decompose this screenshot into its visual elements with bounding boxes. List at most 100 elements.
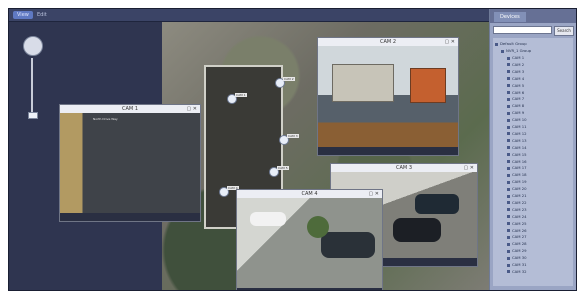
tree-item-camera[interactable]: CAM 5	[507, 83, 524, 88]
map-marker-label: CAM 5	[277, 166, 289, 170]
camera-icon	[507, 166, 510, 170]
camera-icon	[507, 194, 510, 198]
tree-item-camera[interactable]: CAM 20	[507, 186, 527, 191]
tab-devices[interactable]: Devices	[494, 12, 526, 22]
camera-icon	[507, 249, 510, 253]
tree-item-camera[interactable]: CAM 31	[507, 262, 527, 267]
camera-icon	[507, 84, 510, 88]
camera-window-1[interactable]: CAM 1 ▢ ✕ North Drive Way	[59, 104, 201, 222]
tree-item-label: CAM 11	[512, 124, 527, 129]
tree-item-camera[interactable]: CAM 8	[507, 103, 524, 108]
window-buttons[interactable]: ▢ ✕	[186, 105, 197, 113]
camera-window-2[interactable]: CAM 2 ▢ ✕	[317, 37, 459, 156]
camera-window-title-text: CAM 1	[122, 106, 138, 112]
tree-item-camera[interactable]: CAM 6	[507, 90, 524, 95]
tree-item-camera[interactable]: CAM 29	[507, 248, 527, 253]
tree-item-camera[interactable]: CAM 11	[507, 124, 527, 129]
tree-item-camera[interactable]: CAM 18	[507, 172, 527, 177]
tree-item-camera[interactable]: CAM 21	[507, 193, 527, 198]
window-buttons[interactable]: ▢ ✕	[463, 164, 474, 172]
camera-icon	[507, 187, 510, 191]
tree-item-camera[interactable]: CAM 7	[507, 96, 524, 101]
camera-icon	[507, 70, 510, 74]
camera-window-title-text: CAM 4	[301, 191, 318, 197]
tree-item-camera[interactable]: CAM 9	[507, 110, 524, 115]
zoom-slider-handle[interactable]	[28, 112, 38, 119]
tree-group-label: NVR_1 Group	[506, 48, 532, 53]
tree-item-label: CAM 3	[512, 68, 525, 74]
tree-item-camera[interactable]: CAM 28	[507, 241, 527, 246]
tree-item-label: CAM 23	[512, 206, 527, 212]
pan-control-icon[interactable]	[23, 36, 43, 56]
tree-item-camera[interactable]: CAM 13	[507, 138, 527, 143]
camera-icon	[507, 229, 510, 232]
video-object-car	[250, 212, 286, 226]
camera-icon	[507, 256, 510, 260]
tree-item-label: CAM 30	[512, 255, 527, 261]
tree-item-label: CAM 1	[512, 55, 525, 60]
device-search-input[interactable]	[493, 26, 552, 34]
main-window: View Edit CAM 1 CAM 2 CAM 3 CAM 4 CAM 5 …	[8, 8, 577, 291]
tree-item-label: CAM 20	[512, 186, 527, 192]
camera-window-title-text: CAM 3	[396, 165, 412, 171]
tree-root[interactable]: Default Group	[495, 41, 527, 46]
tree-item-camera[interactable]: CAM 24	[507, 214, 527, 219]
window-buttons[interactable]: ▢ ✕	[444, 38, 455, 46]
tree-item-camera[interactable]: CAM 19	[507, 179, 527, 184]
tree-item-camera[interactable]: CAM 23	[507, 207, 527, 212]
tree-item-camera[interactable]: CAM 12	[507, 131, 527, 136]
tree-item-camera[interactable]: CAM 26	[507, 228, 527, 233]
video-bottom-bar	[318, 147, 458, 155]
tree-item-camera[interactable]: CAM 30	[507, 255, 527, 260]
tree-item-label: CAM 8	[512, 103, 525, 109]
tab-edit[interactable]: Edit	[33, 11, 51, 19]
tree-item-label: CAM 2	[512, 61, 525, 67]
tree-item-label: CAM 18	[512, 172, 527, 178]
camera-window-title: CAM 2 ▢ ✕	[318, 38, 458, 46]
tree-item-label: CAM 4	[512, 75, 525, 81]
zoom-slider-track[interactable]	[31, 58, 33, 116]
search-button[interactable]: Search	[554, 26, 574, 36]
camera-icon	[507, 132, 510, 136]
tree-item-camera[interactable]: CAM 22	[507, 200, 527, 205]
tree-item-camera[interactable]: CAM 4	[507, 76, 524, 81]
map-view[interactable]: CAM 1 CAM 2 CAM 3 CAM 4 CAM 5 CAM 1 ▢ ✕ …	[9, 22, 489, 290]
camera-icon	[507, 180, 510, 184]
tree-item-camera[interactable]: CAM 15	[507, 152, 527, 157]
tree-item-camera[interactable]: CAM 3	[507, 69, 524, 74]
tree-root-label: Default Group	[500, 41, 527, 46]
tree-item-camera[interactable]: CAM 27	[507, 234, 527, 239]
camera-icon	[507, 153, 510, 157]
tree-item-camera[interactable]: CAM 16	[507, 159, 527, 164]
tab-view[interactable]: View	[13, 11, 33, 19]
window-buttons[interactable]: ▢ ✕	[368, 190, 379, 198]
device-tree[interactable]: Default Group NVR_1 Group CAM 1 CAM 2 CAM …	[493, 38, 573, 286]
map-zoom-control[interactable]	[19, 32, 47, 124]
tree-item-label: CAM 21	[512, 193, 527, 198]
camera-icon	[507, 139, 510, 143]
video-overlay-text: North Drive Way	[93, 117, 118, 121]
tree-item-camera[interactable]: CAM 25	[507, 221, 527, 226]
camera-window-title: CAM 1 ▢ ✕	[60, 105, 200, 113]
camera-window-title: CAM 3 ▢ ✕	[331, 164, 477, 172]
tree-item-camera[interactable]: CAM 17	[507, 165, 527, 170]
tree-root-icon	[495, 42, 498, 46]
tree-item-label: CAM 28	[512, 241, 527, 247]
tree-item-label: CAM 26	[512, 227, 527, 233]
tree-item-label: CAM 7	[512, 96, 525, 102]
tree-item-camera[interactable]: CAM 14	[507, 145, 527, 150]
tree-item-label: CAM 15	[512, 151, 527, 157]
camera-icon	[507, 77, 510, 81]
video-bottom-bar	[60, 213, 200, 221]
tree-group[interactable]: NVR_1 Group	[501, 48, 531, 53]
tree-item-camera[interactable]: CAM 1	[507, 55, 524, 60]
tree-item-camera[interactable]: CAM 10	[507, 117, 527, 122]
camera-window-title: CAM 4 ▢ ✕	[237, 190, 382, 198]
tree-item-label: CAM 27	[512, 234, 527, 240]
tree-item-camera[interactable]: CAM 2	[507, 62, 524, 67]
camera-icon	[507, 201, 510, 205]
camera-window-4[interactable]: CAM 4 ▢ ✕	[236, 189, 383, 290]
tree-item-label: CAM 32	[512, 268, 527, 274]
tree-item-camera[interactable]: CAM 32	[507, 269, 527, 274]
video-object-truck	[332, 64, 394, 102]
